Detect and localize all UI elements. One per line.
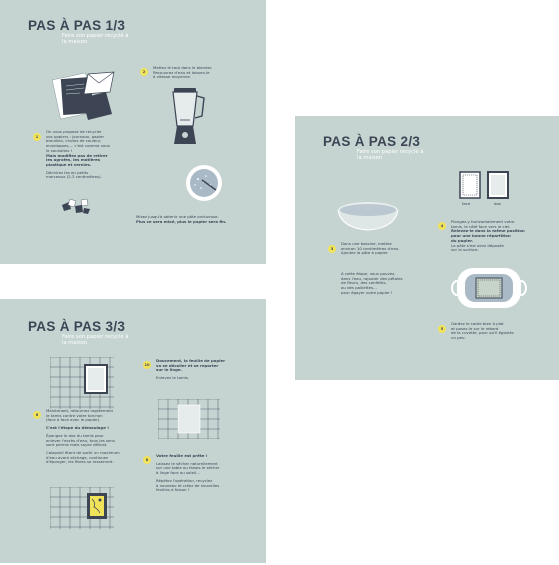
step-4-text: Plongez-y horizontalement votre tamis, l…: [451, 219, 525, 253]
frame-label-back: dos: [494, 201, 501, 206]
step-badge: 6: [33, 411, 41, 419]
step-3-text: Mixez jusqu'à obtenir une pâte onctueuse…: [136, 214, 227, 224]
frame-label-face: face: [462, 201, 471, 206]
step-3-text: Dans une bassine, mettez environ 10 cent…: [341, 241, 400, 256]
frame-face-illustration: [459, 171, 481, 199]
paper-scraps-illustration: [62, 198, 90, 214]
card-subtitle: Faire son papier recyclé à la maison: [357, 149, 424, 162]
step-badge: 2: [140, 68, 148, 76]
towel-frame-illustration: [50, 357, 114, 409]
sheet-on-towel-illustration: [158, 399, 220, 439]
decorated-paper-illustration: [50, 487, 114, 529]
step-badge: 1: [33, 133, 41, 141]
blender-illustration: [172, 88, 205, 144]
basin-illustration: [337, 202, 399, 231]
step-badge: 8: [143, 456, 151, 464]
step-5-text: Gardez le cadre bien à plat et posez-le …: [451, 321, 514, 341]
step-7-text: Doucement, la feuille de papier va se dé…: [156, 358, 226, 381]
step-badge: 10: [143, 361, 151, 369]
step-2-text: Mettez le tout dans le blender. Recouvre…: [153, 65, 213, 80]
step-badge: 5: [438, 325, 446, 333]
card-subtitle: Faire son papier recyclé à la maison: [62, 33, 129, 46]
step-badge: 3: [328, 245, 336, 253]
frame-back-illustration: [487, 171, 509, 199]
step-6-text: Maintenant, retournez rapidement le tami…: [46, 408, 120, 465]
card-step-2: PAS À PAS 2/3 Faire son papier recyclé à…: [295, 116, 559, 380]
card-title: PAS À PAS 3/3: [28, 319, 126, 334]
basin-frame-illustration: [451, 268, 527, 308]
card-step-3: PAS À PAS 3/3 Faire son papier recyclé à…: [0, 299, 266, 563]
papers-illustration: [51, 71, 115, 120]
card-title: PAS À PAS 1/3: [28, 18, 126, 33]
step-8-text: Votre feuille est prête ! Laissez le séc…: [156, 453, 220, 493]
spoon-icon: [201, 179, 217, 191]
card-step-1: PAS À PAS 1/3 Faire son papier recyclé à…: [0, 0, 266, 264]
step-badge: 4: [438, 222, 446, 230]
step-1-text: On vous propose de recycler vos papiers …: [46, 129, 110, 180]
card-subtitle: Faire son papier recyclé à la maison: [62, 334, 129, 347]
card-title: PAS À PAS 2/3: [323, 134, 421, 149]
step-3-tip-text: À cette étape, vous pouvez, dans l'eau, …: [341, 271, 403, 295]
